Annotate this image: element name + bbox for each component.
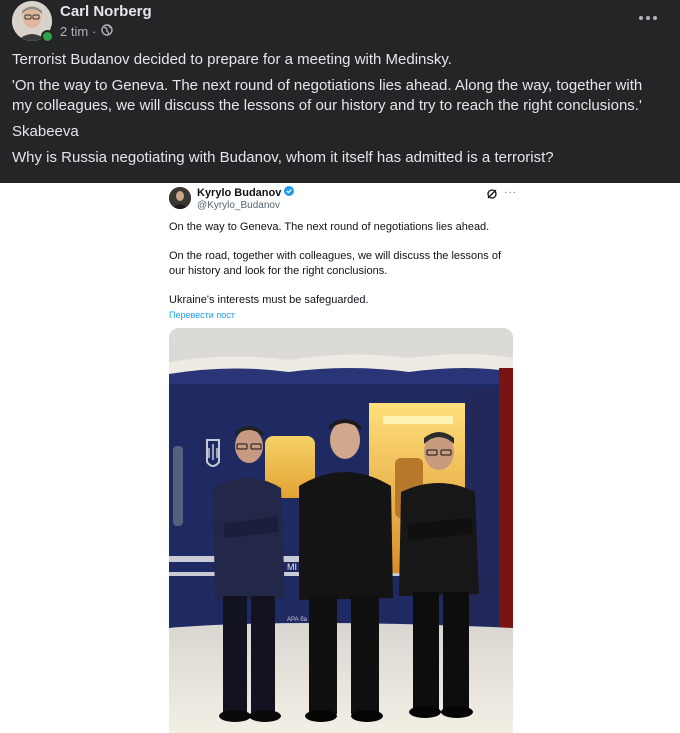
- tweet-more-icon: ···: [504, 187, 517, 198]
- tweet-paragraph: Ukraine's interests must be safeguarded.: [169, 294, 369, 306]
- meta-separator: ·: [92, 24, 97, 39]
- online-status-dot: [41, 30, 54, 43]
- train-sign: MI: [287, 562, 297, 572]
- train-sign-small: АРА ба: [287, 617, 308, 623]
- post-paragraph: 'On the way to Geneva. The next round of…: [12, 77, 643, 114]
- post-paragraph: Terrorist Budanov decided to prepare for…: [12, 51, 452, 68]
- post-paragraph: Why is Russia negotiating with Budanov, …: [12, 149, 554, 166]
- author-name[interactable]: Carl Norberg: [60, 3, 152, 20]
- translate-post-link: Перевести пост: [169, 310, 235, 320]
- tweet-photo: MI АРА ба: [169, 328, 513, 733]
- more-options-icon[interactable]: [630, 6, 666, 30]
- post-time[interactable]: 2 tim: [60, 24, 88, 39]
- tweet-author-name: Kyrylo Budanov: [197, 186, 282, 199]
- tweet-paragraph: On the way to Geneva. The next round of …: [169, 221, 490, 233]
- post-paragraph: Skabeeva: [12, 123, 79, 140]
- post-meta: 2 tim ·: [60, 24, 113, 39]
- verified-badge-icon: [284, 186, 295, 199]
- post-media[interactable]: Kyrylo Budanov @Kyrylo_Budanov ··· On th…: [0, 183, 680, 733]
- tweet-avatar: [169, 187, 191, 209]
- tweet-screenshot: Kyrylo Budanov @Kyrylo_Budanov ··· On th…: [160, 183, 522, 733]
- post-header: Carl Norberg 2 tim ·: [0, 0, 680, 46]
- tweet-text: On the way to Geneva. The next round of …: [169, 220, 509, 322]
- grok-icon: [486, 187, 498, 199]
- globe-icon: [100, 24, 113, 39]
- tweet-paragraph: On the road, together with colleagues, w…: [169, 250, 502, 277]
- post-body: Terrorist Budanov decided to prepare for…: [12, 50, 662, 174]
- tweet-author: Kyrylo Budanov: [197, 186, 295, 199]
- tweet-handle: @Kyrylo_Budanov: [197, 200, 280, 211]
